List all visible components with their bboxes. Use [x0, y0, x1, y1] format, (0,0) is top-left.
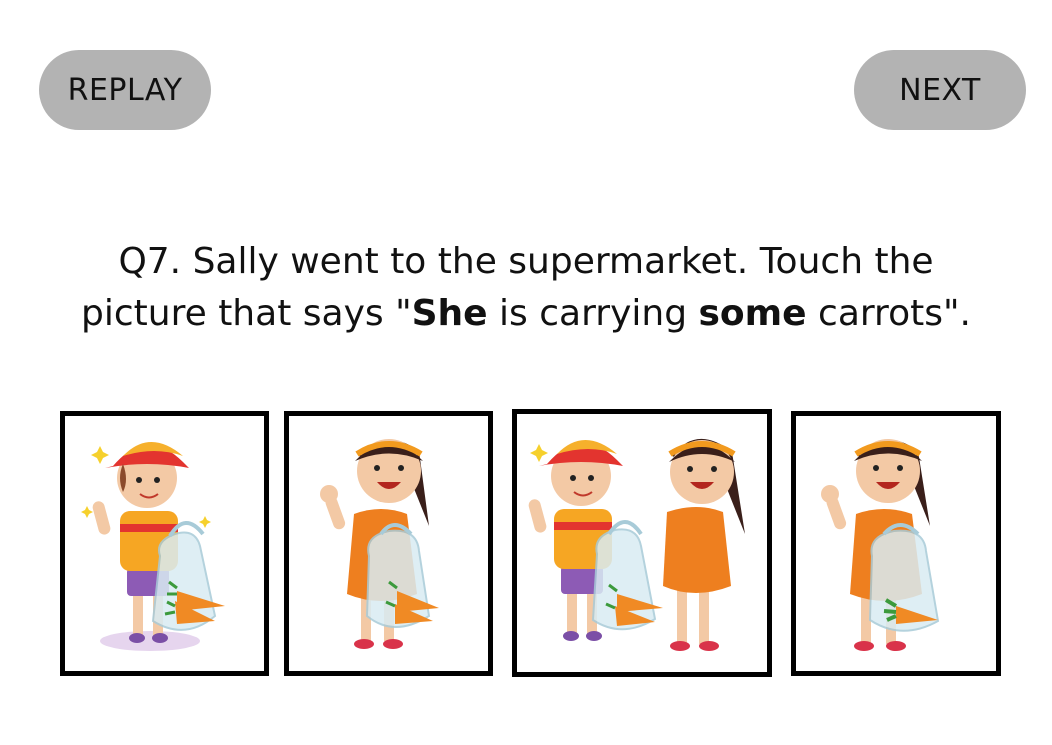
next-label: NEXT — [899, 72, 981, 108]
question-text: Q7. Sally went to the supermarket. Touch… — [60, 236, 992, 340]
question-line-1: Q7. Sally went to the supermarket. Touch… — [118, 241, 934, 282]
boy-and-girl-carrots-icon — [528, 438, 745, 651]
next-button[interactable]: NEXT — [854, 50, 1026, 130]
answer-option-3[interactable] — [512, 409, 772, 677]
emphasis-some: some — [698, 293, 807, 334]
answer-option-2[interactable] — [284, 411, 493, 676]
replay-label: REPLAY — [67, 72, 183, 108]
replay-button[interactable]: REPLAY — [39, 50, 211, 130]
girl-carrot-icon — [821, 439, 940, 651]
question-line-2: picture that says "She is carrying some … — [81, 293, 971, 334]
answer-option-4[interactable] — [791, 411, 1001, 676]
emphasis-she: She — [411, 293, 488, 334]
boy-carrots-icon — [81, 442, 225, 651]
answer-option-1[interactable] — [60, 411, 269, 676]
girl-carrots-icon — [320, 439, 439, 649]
